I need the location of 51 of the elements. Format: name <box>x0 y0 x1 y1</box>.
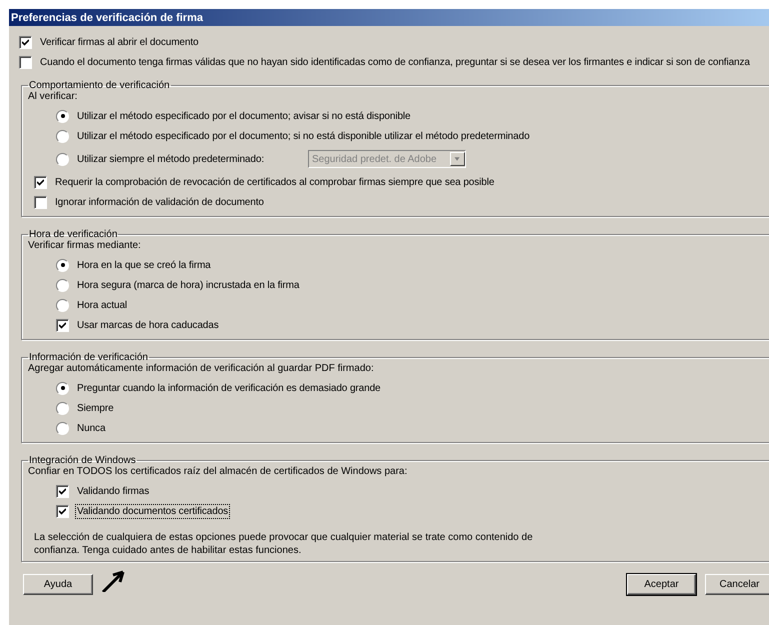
option-label: Ignorar información de validación de documento <box>54 196 265 210</box>
option-label: Requerir la comprobación de revocación de certificados al comprobar firmas siempre que sea posible <box>54 176 496 190</box>
help-button[interactable]: Ayuda <box>23 574 93 595</box>
checkmark-icon <box>59 488 66 494</box>
option-label: Utilizar siempre el método predeterminado: <box>76 152 265 166</box>
option-label: Hora en la que se creó la firma <box>76 258 212 272</box>
option-label: Verificar firmas al abrir el documento <box>39 36 200 50</box>
radio-button[interactable] <box>56 258 69 272</box>
group-title: Hora de verificación <box>28 229 118 240</box>
option-label: Hora actual <box>76 298 128 312</box>
radio-button[interactable] <box>56 152 69 166</box>
option-label: Hora segura (marca de hora) incrustada en la firma <box>76 278 300 292</box>
radio-button[interactable] <box>56 422 69 434</box>
radio-button[interactable] <box>56 382 69 394</box>
checkbox[interactable] <box>19 56 32 68</box>
group-title: Comportamiento de verificación <box>28 80 171 91</box>
option-label: Siempre <box>76 402 115 416</box>
checkbox[interactable] <box>34 196 47 208</box>
radio-button[interactable] <box>56 402 69 414</box>
group-prompt: Agregar automáticamente información de verificación al guardar PDF firmado: <box>28 363 375 376</box>
ok-button[interactable]: Aceptar <box>627 574 696 595</box>
checkbox[interactable] <box>56 484 69 498</box>
option-label: Validando documentos certificados <box>75 504 230 518</box>
option-label: Validando firmas <box>76 484 150 498</box>
checkbox[interactable] <box>34 176 47 188</box>
group-prompt: Verificar firmas mediante: <box>28 240 142 253</box>
window-title: Preferencias de verificación de firma <box>11 12 203 24</box>
option-label: Utilizar el método especificado por el documento; avisar si no está disponible <box>76 110 412 124</box>
option-label: Preguntar cuando la información de verificación es demasiado grande <box>76 382 382 396</box>
group-prompt: Confiar en TODOS los certificados raíz del almacén de certificados de Windows para: <box>28 466 408 479</box>
checkmark-icon <box>59 508 66 514</box>
checkmark-icon <box>59 322 66 328</box>
option-label: Usar marcas de hora caducadas <box>76 318 220 332</box>
dropdown-value: Seguridad predet. de Adobe <box>312 154 437 164</box>
warning-text: La selección de cualquiera de estas opciones puede provocar que cualquier material se trate como contenido de confianza. Tenga cuidado antes de habilitar estas funciones. <box>34 531 534 557</box>
group-title: Información de verificación <box>28 352 149 363</box>
checkbox[interactable] <box>19 36 32 48</box>
cancel-button[interactable]: Cancelar <box>705 574 769 595</box>
option-label: Utilizar el método especificado por el documento; si no está disponible utilizar el método predeterminado <box>76 130 531 144</box>
option-label: Nunca <box>76 422 106 436</box>
checkmark-icon <box>22 38 29 46</box>
checkbox[interactable] <box>56 318 69 332</box>
radio-button[interactable] <box>56 298 69 312</box>
group-prompt: Al verificar: <box>28 91 78 104</box>
radio-button[interactable] <box>56 278 69 292</box>
radio-button[interactable] <box>56 130 69 142</box>
group-title: Integración de Windows <box>28 455 137 466</box>
checkmark-icon <box>37 178 44 186</box>
option-label: Cuando el documento tenga firmas válidas que no hayan sido identificadas como de confianza, preguntar si se desea ver los firmantes e indicar si son de confianza <box>39 56 751 70</box>
radio-button[interactable] <box>56 110 69 122</box>
checkbox[interactable] <box>56 504 69 518</box>
